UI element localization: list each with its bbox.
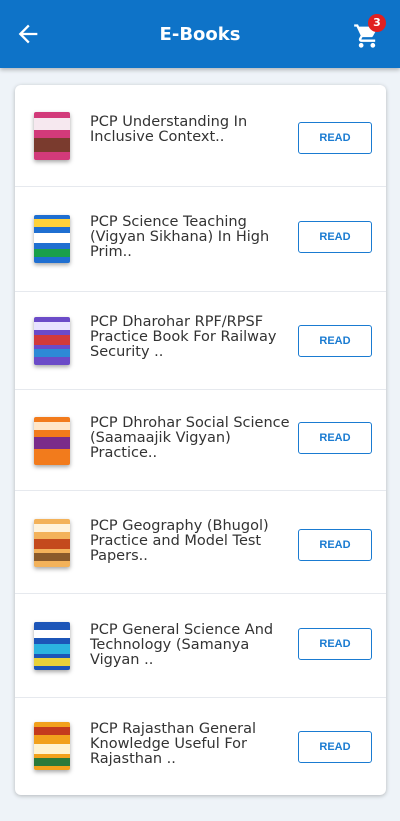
list-item[interactable]: PCP General Science And Technology (Sama…: [15, 594, 386, 698]
list-item[interactable]: PCP Rajasthan General Knowledge Useful F…: [15, 698, 386, 795]
read-button[interactable]: READ: [298, 122, 372, 154]
read-button[interactable]: READ: [298, 221, 372, 253]
book-title: PCP Science Teaching (Vigyan Sikhana) In…: [90, 214, 270, 260]
book-cover: [34, 112, 70, 160]
book-cover: [34, 317, 70, 365]
book-title: PCP Dhrohar Social Science (Saamaajik Vi…: [90, 415, 290, 461]
book-title: PCP General Science And Technology (Sama…: [90, 622, 274, 668]
list-item[interactable]: PCP Understanding In Inclusive Context..…: [15, 85, 386, 187]
list-item[interactable]: PCP Geography (Bhugol) Practice and Mode…: [15, 491, 386, 594]
list-item[interactable]: PCP Dharohar RPF/RPSF Practice Book For …: [15, 292, 386, 390]
book-cover: [34, 417, 70, 465]
read-button[interactable]: READ: [298, 628, 372, 660]
read-button[interactable]: READ: [298, 731, 372, 763]
list-item[interactable]: PCP Dhrohar Social Science (Saamaajik Vi…: [15, 390, 386, 491]
app-bar: E-Books 3: [0, 0, 400, 68]
book-cover: [34, 622, 70, 670]
page-title: E-Books: [159, 24, 241, 45]
book-cover: [34, 519, 70, 567]
list-item[interactable]: PCP Science Teaching (Vigyan Sikhana) In…: [15, 187, 386, 292]
read-button[interactable]: READ: [298, 422, 372, 454]
read-button[interactable]: READ: [298, 529, 372, 561]
book-cover: [34, 215, 70, 263]
book-title: PCP Rajasthan General Knowledge Useful F…: [90, 721, 257, 767]
book-title: PCP Understanding In Inclusive Context..: [90, 114, 248, 145]
book-cover: [34, 722, 70, 770]
cart-count-badge: 3: [368, 14, 386, 32]
book-title: PCP Geography (Bhugol) Practice and Mode…: [90, 518, 269, 564]
book-title: PCP Dharohar RPF/RPSF Practice Book For …: [90, 314, 277, 360]
ebook-list: PCP Understanding In Inclusive Context..…: [15, 85, 386, 795]
read-button[interactable]: READ: [298, 325, 372, 357]
